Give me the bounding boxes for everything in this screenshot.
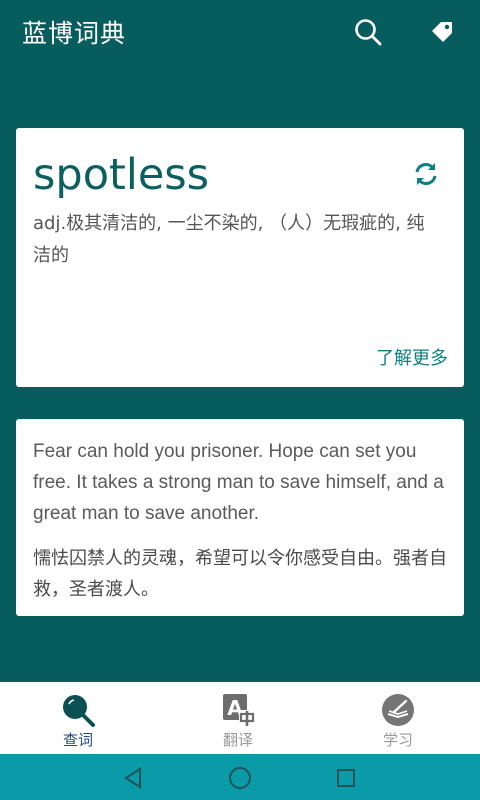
search-icon [63, 695, 95, 727]
recent-apps-button[interactable] [332, 764, 360, 792]
quote-card: Fear can hold you prisoner. Hope can set… [16, 419, 464, 616]
app-title: 蓝博词典 [22, 19, 127, 48]
refresh-button[interactable] [408, 156, 444, 192]
nav-label-translate: 翻译 [222, 731, 253, 749]
nav-item-translate[interactable]: A 翻译 [180, 682, 300, 754]
back-button[interactable] [120, 764, 148, 792]
search-button[interactable] [348, 12, 388, 52]
search-icon [355, 19, 382, 46]
word-title: spotless [33, 150, 210, 200]
app-bar: 蓝博词典 [0, 0, 480, 64]
back-icon [124, 767, 141, 789]
quote-english: Fear can hold you prisoner. Hope can set… [33, 441, 444, 524]
tag-button[interactable] [422, 12, 462, 52]
nav-label-study: 学习 [382, 731, 413, 749]
word-definition: adj.极其清洁的, 一尘不染的, （人）无瑕疵的, 纯洁的 [33, 213, 425, 266]
nav-item-study[interactable]: 学习 [340, 682, 460, 754]
tag-icon [432, 22, 452, 42]
home-icon [229, 767, 251, 789]
recent-apps-icon [337, 769, 355, 787]
refresh-icon [415, 163, 437, 185]
system-navigation-bar [0, 754, 480, 800]
study-icon [382, 694, 414, 726]
nav-label-search: 查词 [62, 731, 93, 749]
quote-chinese: 懦怯囚禁人的灵魂，希望可以令你感受自由。强者自救，圣者渡人。 [33, 548, 447, 600]
word-card: spotless adj.极其清洁的, 一尘不染的, （人）无瑕疵的, 纯洁的 … [16, 128, 464, 387]
home-button[interactable] [226, 764, 254, 792]
translate-icon: A [223, 694, 255, 726]
nav-item-search[interactable]: 查词 [20, 682, 140, 754]
learn-more-link[interactable]: 了解更多 [376, 344, 448, 370]
bottom-navigation: 查词 A 翻译 学习 [0, 682, 480, 754]
